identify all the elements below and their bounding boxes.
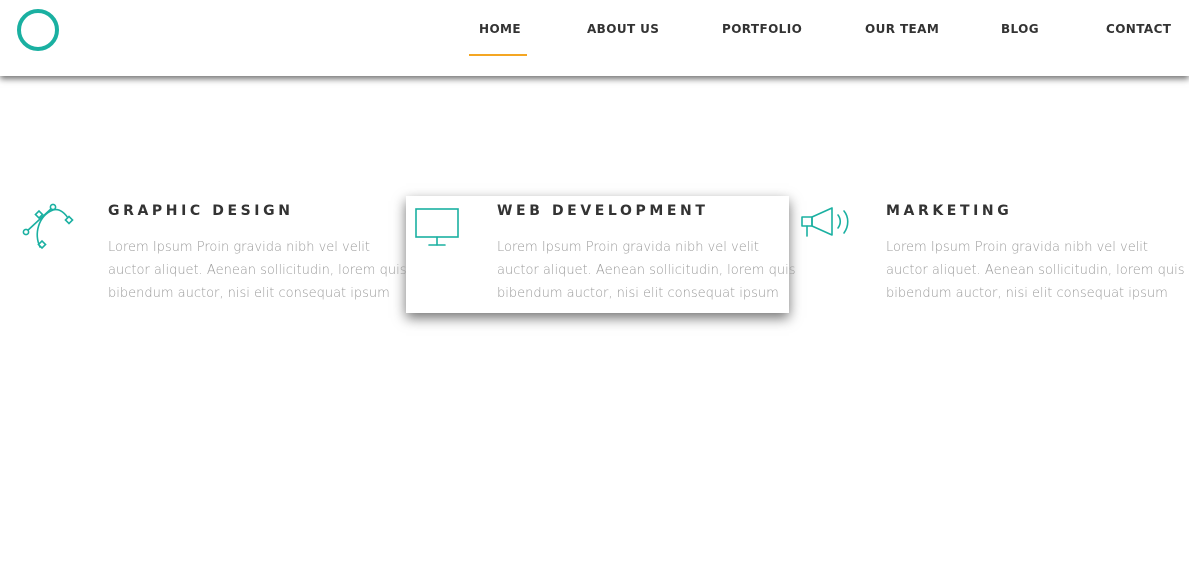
nav-item-contact[interactable]: CONTACT — [1106, 22, 1171, 38]
nav-item-portfolio[interactable]: PORTFOLIO — [722, 22, 802, 38]
feature-title-graphic-design: GRAPHIC DESIGN — [108, 203, 294, 219]
feature-description-marketing: Lorem Ipsum Proin gravida nibh vel velit… — [886, 240, 1185, 301]
nav-item-about-us[interactable]: ABOUT US — [587, 22, 659, 38]
nav-item-blog[interactable]: BLOG — [1001, 22, 1039, 38]
nav-item-our-team[interactable]: OUR TEAM — [865, 22, 939, 38]
active-nav-underline — [469, 54, 527, 56]
feature-title-marketing: MARKETING — [886, 203, 1013, 219]
nav-item-home[interactable]: HOME — [479, 22, 521, 38]
feature-description-graphic-design: Lorem Ipsum Proin gravida nibh vel velit… — [108, 240, 407, 301]
bezier-pen-icon — [20, 200, 74, 254]
megaphone-icon — [800, 205, 854, 241]
feature-title-web-development: WEB DEVELOPMENT — [497, 203, 709, 219]
feature-description-web-development: Lorem Ipsum Proin gravida nibh vel velit… — [497, 240, 796, 301]
monitor-icon — [415, 207, 461, 249]
top-navbar: HOME ABOUT US PORTFOLIO OUR TEAM BLOG CO… — [0, 0, 1189, 76]
ring-logo-icon[interactable] — [17, 9, 59, 51]
